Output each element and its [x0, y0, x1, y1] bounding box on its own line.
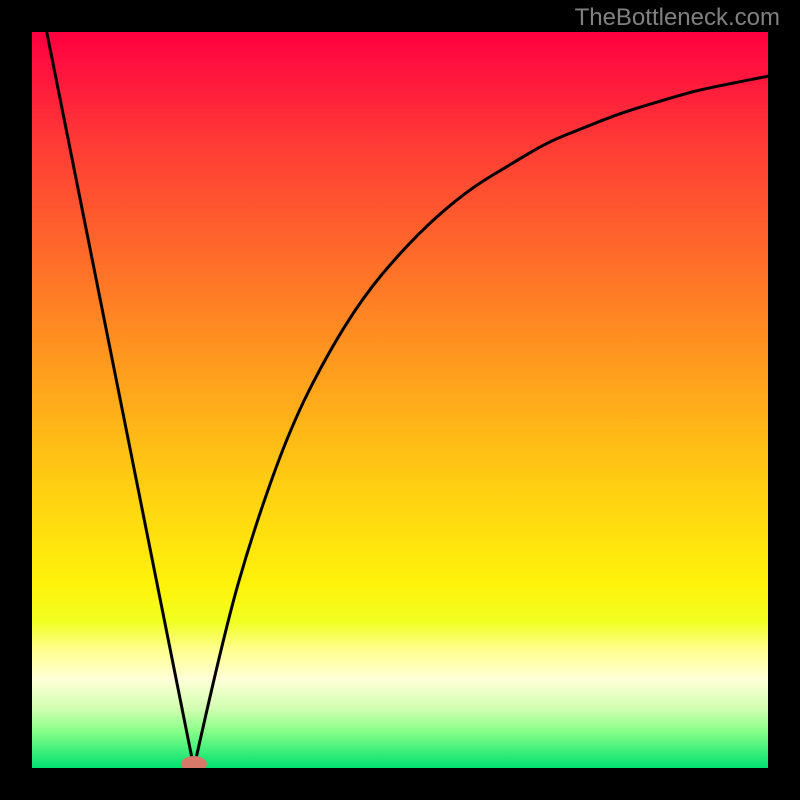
chart-frame: TheBottleneck.com [0, 0, 800, 800]
watermark-text: TheBottleneck.com [575, 4, 780, 32]
curve-left-branch [47, 32, 194, 768]
curve-right-branch [194, 76, 768, 768]
minimum-marker [181, 756, 207, 768]
chart-svg [32, 32, 768, 768]
plot-area [32, 32, 768, 768]
